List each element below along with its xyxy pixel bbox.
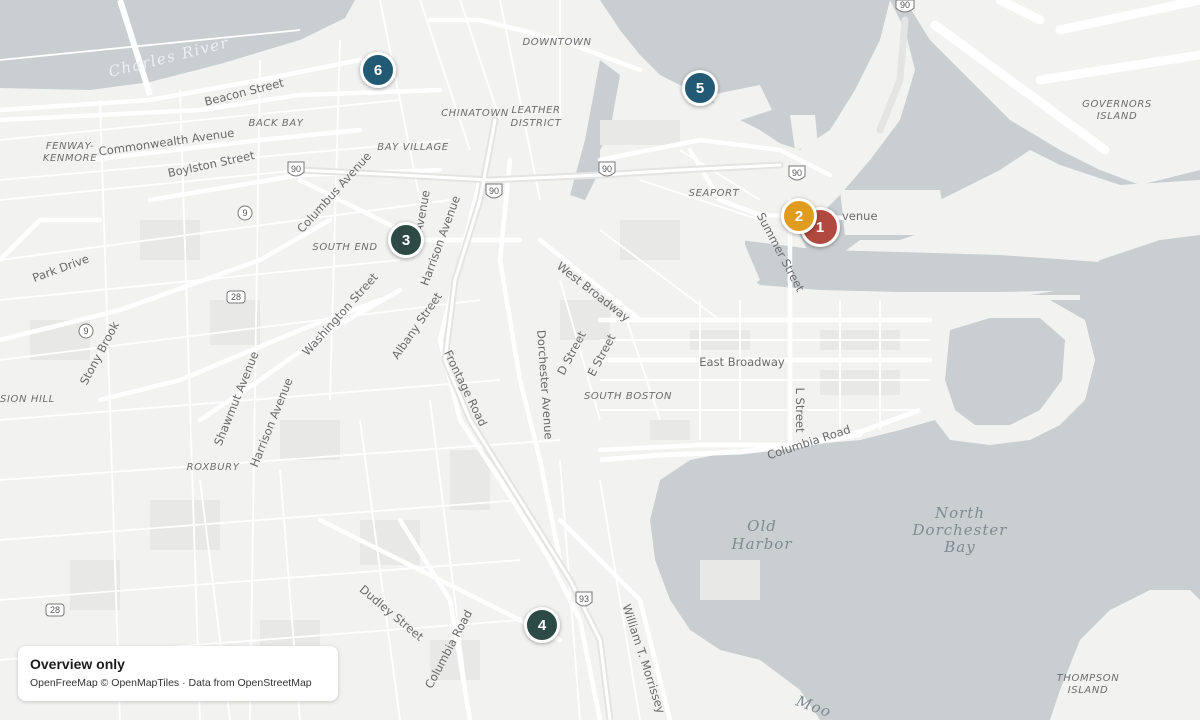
i90-shield-5: 90 [788,165,806,181]
map-canvas[interactable]: 90 90 90 90 90 93 9 9 28 28 DOWNTOWN CHI… [0,0,1200,720]
label-fenway-1: FENWAY- [46,141,94,152]
label-south-boston: SOUTH BOSTON [584,391,672,402]
svg-text:93: 93 [579,594,589,604]
marker-2-label: 2 [794,207,804,225]
svg-text:9: 9 [83,326,88,336]
label-seaport: SEAPORT [689,188,740,199]
label-bay-village: BAY VILLAGE [377,142,449,153]
label-downtown: DOWNTOWN [522,37,591,48]
label-back-bay: BACK BAY [248,118,303,129]
attribution-credit: OpenFreeMap © OpenMapTiles · Data from O… [30,677,312,689]
marker-2[interactable]: 2 [781,198,817,234]
label-governors-2: ISLAND [1097,111,1138,122]
attribution-title: Overview only [30,656,125,672]
svg-text:28: 28 [50,605,60,615]
marker-5-label: 5 [695,79,705,97]
label-leather-1: LEATHER [511,105,560,116]
label-governors-1: GOVERNORS [1082,99,1152,110]
i90-shield-4: 90 [598,161,616,177]
label-l-street: L Street [793,387,807,432]
basemap: 90 90 90 90 90 93 9 9 28 28 DOWNTOWN CHI… [0,0,1200,720]
marker-3-label: 3 [401,231,411,249]
i90-shield-1: 90 [895,0,915,13]
marker-6-label: 6 [373,61,383,79]
label-east-broadway: East Broadway [699,355,785,369]
route28-shield-2: 28 [45,603,65,617]
label-north-dorchester-3: Bay [943,538,975,556]
route28-shield-1: 28 [226,290,246,304]
marker-4[interactable]: 4 [524,607,560,643]
label-leather-2: DISTRICT [511,118,562,129]
svg-text:9: 9 [242,208,247,218]
label-chinatown: CHINATOWN [441,108,509,119]
label-mission-hill: SION HILL [0,394,55,405]
svg-text:28: 28 [231,292,241,302]
svg-text:90: 90 [602,164,612,174]
marker-6[interactable]: 6 [360,52,396,88]
i90-shield-2: 90 [287,161,305,177]
marker-3[interactable]: 3 [388,222,424,258]
label-north-dorchester-1: North [934,504,985,522]
label-thompson-1: THOMPSON [1057,673,1120,684]
label-fenway-2: KENMORE [43,153,97,164]
label-south-end: SOUTH END [312,242,377,253]
i90-shield-3: 90 [485,183,503,199]
route9-shield-2: 9 [78,323,94,339]
label-north-dorchester-2: Dorchester [912,521,1008,539]
svg-text:90: 90 [291,164,301,174]
i93-shield: 93 [575,591,593,607]
marker-5[interactable]: 5 [682,70,718,106]
svg-text:90: 90 [792,168,802,178]
svg-text:90: 90 [900,0,910,10]
label-old-harbor-1: Old [747,517,777,535]
attribution-panel: Overview only OpenFreeMap © OpenMapTiles… [18,646,338,701]
label-thompson-2: ISLAND [1068,685,1109,696]
marker-1-label: 1 [815,218,825,236]
svg-text:90: 90 [489,186,499,196]
label-roxbury: ROXBURY [187,462,240,473]
marker-4-label: 4 [537,616,547,634]
label-congress-ave: venue [842,209,878,223]
route9-shield-1: 9 [237,205,253,221]
label-old-harbor-2: Harbor [731,535,793,553]
